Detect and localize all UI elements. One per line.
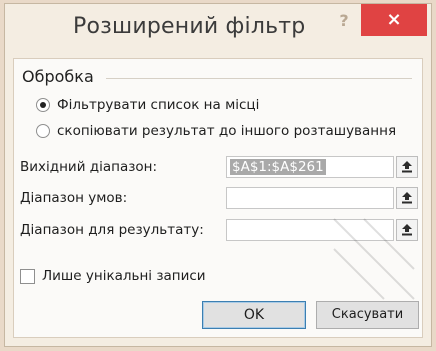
close-button[interactable]: × (361, 4, 427, 36)
dialog-title: Розширений фільтр (73, 14, 306, 39)
dialog-body: Обробка Фільтрувати список на місці скоп… (13, 58, 423, 338)
watermark-logo (333, 218, 415, 300)
criteria-range-label: Діапазон умов: (20, 190, 128, 206)
result-range-label: Діапазон для результату: (20, 222, 204, 238)
filter-in-place-label: Фільтрувати список на місці (57, 97, 260, 113)
copy-to-location-label: скопіювати результат до іншого розташува… (57, 123, 397, 139)
criteria-range-input[interactable] (226, 187, 394, 209)
title-bar[interactable]: Розширений фільтр ? × (5, 4, 431, 58)
filter-in-place-option[interactable]: Фільтрувати список на місці (36, 97, 259, 113)
advanced-filter-dialog: Розширений фільтр ? × Обробка Фільтруват… (4, 3, 432, 347)
source-range-input[interactable]: $A$1:$A$261 (226, 156, 394, 178)
source-range-value: $A$1:$A$261 (230, 159, 326, 175)
help-button[interactable]: ? (333, 10, 355, 32)
unique-records-label: Лише унікальні записи (42, 268, 206, 284)
unique-records-option[interactable]: Лише унікальні записи (20, 268, 206, 284)
range-select-icon (402, 192, 412, 204)
range-select-icon (402, 161, 412, 173)
criteria-range-collapse-button[interactable] (396, 187, 418, 209)
unique-records-checkbox[interactable] (20, 268, 35, 284)
group-divider (106, 78, 412, 79)
copy-to-location-option[interactable]: скопіювати результат до іншого розташува… (36, 123, 396, 139)
source-range-collapse-button[interactable] (396, 156, 418, 178)
processing-group-label: Обробка (22, 67, 94, 86)
filter-in-place-radio[interactable] (36, 98, 50, 112)
source-range-label: Вихідний діапазон: (20, 159, 158, 175)
copy-to-location-radio[interactable] (36, 124, 50, 138)
ok-button[interactable]: OK (202, 301, 306, 329)
